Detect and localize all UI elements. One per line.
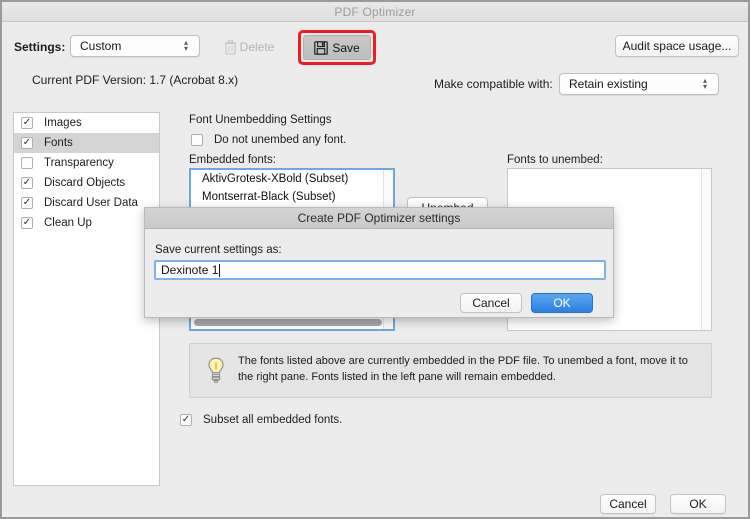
chevron-down-glyph: ▾	[702, 82, 707, 91]
sidebar-item-clean-up[interactable]: ✓ Clean Up	[14, 213, 159, 233]
delete-button-label: Delete	[239, 40, 275, 54]
checkbox-discard-objects[interactable]: ✓	[21, 177, 33, 189]
sidebar-item-transparency[interactable]: Transparency	[14, 153, 159, 173]
settings-dropdown[interactable]: Custom ▴ ▾	[70, 35, 200, 57]
audit-space-usage-button[interactable]: Audit space usage...	[615, 35, 739, 57]
sidebar-item-images[interactable]: ✓ Images	[14, 113, 159, 133]
make-compatible-value: Retain existing	[569, 77, 648, 91]
settings-label: Settings:	[14, 40, 66, 54]
window-title: PDF Optimizer	[334, 4, 416, 19]
dialog-cancel-button[interactable]: Cancel	[460, 293, 522, 313]
settings-name-input[interactable]: Dexinote 1	[154, 260, 606, 280]
dialog-cancel-label: Cancel	[472, 296, 510, 310]
cancel-button[interactable]: Cancel	[600, 494, 656, 514]
settings-name-input-value: Dexinote 1	[161, 263, 219, 277]
make-compatible-dropdown[interactable]: Retain existing ▴ ▾	[559, 73, 719, 95]
sidebar-item-fonts[interactable]: ✓ Fonts	[14, 133, 159, 153]
ok-button-label: OK	[689, 497, 707, 511]
delete-button: Delete	[208, 35, 290, 59]
settings-dropdown-value: Custom	[80, 39, 122, 53]
sidebar-item-label: Discard Objects	[44, 177, 126, 189]
sidebar-item-label: Fonts	[44, 137, 73, 149]
checkbox-do-not-unembed[interactable]	[191, 134, 203, 146]
dialog-title: Create PDF Optimizer settings	[297, 211, 461, 225]
sidebar-item-label: Transparency	[44, 157, 114, 169]
text-caret	[219, 263, 221, 277]
tip-text: The fonts listed above are currently emb…	[238, 355, 688, 383]
sidebar-item-label: Discard User Data	[44, 197, 138, 209]
tip-box: The fonts listed above are currently emb…	[189, 343, 712, 398]
list-item[interactable]: Montserrat-Black (Subset)	[191, 188, 393, 206]
pdf-optimizer-window: PDF Optimizer Settings: Custom ▴ ▾ Delet…	[0, 0, 750, 519]
chevron-updown-icon: ▴ ▾	[178, 39, 194, 53]
audit-space-usage-label: Audit space usage...	[622, 39, 732, 53]
make-compatible-label: Make compatible with:	[434, 77, 553, 91]
dialog-field-label: Save current settings as:	[155, 244, 282, 256]
settings-category-list[interactable]: ✓ Images ✓ Fonts Transparency ✓ Discard …	[13, 112, 160, 486]
floppy-disk-icon	[314, 40, 329, 55]
subset-all-embedded-fonts-label: Subset all embedded fonts.	[203, 414, 343, 426]
sidebar-item-label: Images	[44, 117, 82, 129]
dialog-titlebar: Create PDF Optimizer settings	[145, 208, 613, 229]
sidebar-item-discard-objects[interactable]: ✓ Discard Objects	[14, 173, 159, 193]
save-button-highlight: Save	[298, 30, 376, 65]
checkbox-clean-up[interactable]: ✓	[21, 217, 33, 229]
sidebar-item-discard-user-data[interactable]: ✓ Discard User Data	[14, 193, 159, 213]
checkbox-discard-user-data[interactable]: ✓	[21, 197, 33, 209]
panel-title: Font Unembedding Settings	[189, 114, 332, 126]
checkbox-images[interactable]: ✓	[21, 117, 33, 129]
embedded-fonts-label: Embedded fonts:	[189, 154, 276, 166]
do-not-unembed-row[interactable]: Do not unembed any font.	[191, 134, 346, 146]
save-button[interactable]: Save	[303, 35, 371, 60]
chevron-down-glyph: ▾	[183, 44, 188, 53]
checkbox-subset-all-embedded-fonts[interactable]: ✓	[180, 414, 192, 426]
scrollbar-thumb[interactable]	[194, 319, 382, 326]
dialog-ok-label: OK	[553, 296, 571, 310]
trash-icon	[224, 39, 236, 55]
checkbox-transparency[interactable]	[21, 157, 33, 169]
dialog-ok-button[interactable]: OK	[531, 293, 593, 313]
chevron-updown-icon: ▴ ▾	[697, 77, 713, 91]
create-settings-dialog: Create PDF Optimizer settings Save curre…	[144, 207, 614, 318]
current-pdf-version-text: Current PDF Version: 1.7 (Acrobat 8.x)	[32, 73, 239, 87]
embedded-list-horizontal-scrollbar[interactable]	[193, 318, 391, 327]
checkbox-fonts[interactable]: ✓	[21, 137, 33, 149]
unembed-list-vertical-scrollbar[interactable]	[701, 169, 711, 330]
sidebar-item-label: Clean Up	[44, 217, 92, 229]
fonts-to-unembed-label: Fonts to unembed:	[507, 154, 603, 166]
list-item[interactable]: AktivGrotesk-XBold (Subset)	[191, 170, 393, 188]
window-titlebar: PDF Optimizer	[2, 2, 748, 22]
save-button-label: Save	[332, 40, 360, 55]
ok-button[interactable]: OK	[670, 494, 726, 514]
do-not-unembed-label: Do not unembed any font.	[214, 134, 347, 146]
cancel-button-label: Cancel	[609, 497, 647, 511]
lightbulb-icon	[208, 357, 224, 383]
subset-all-embedded-fonts-row[interactable]: ✓ Subset all embedded fonts.	[180, 414, 342, 426]
